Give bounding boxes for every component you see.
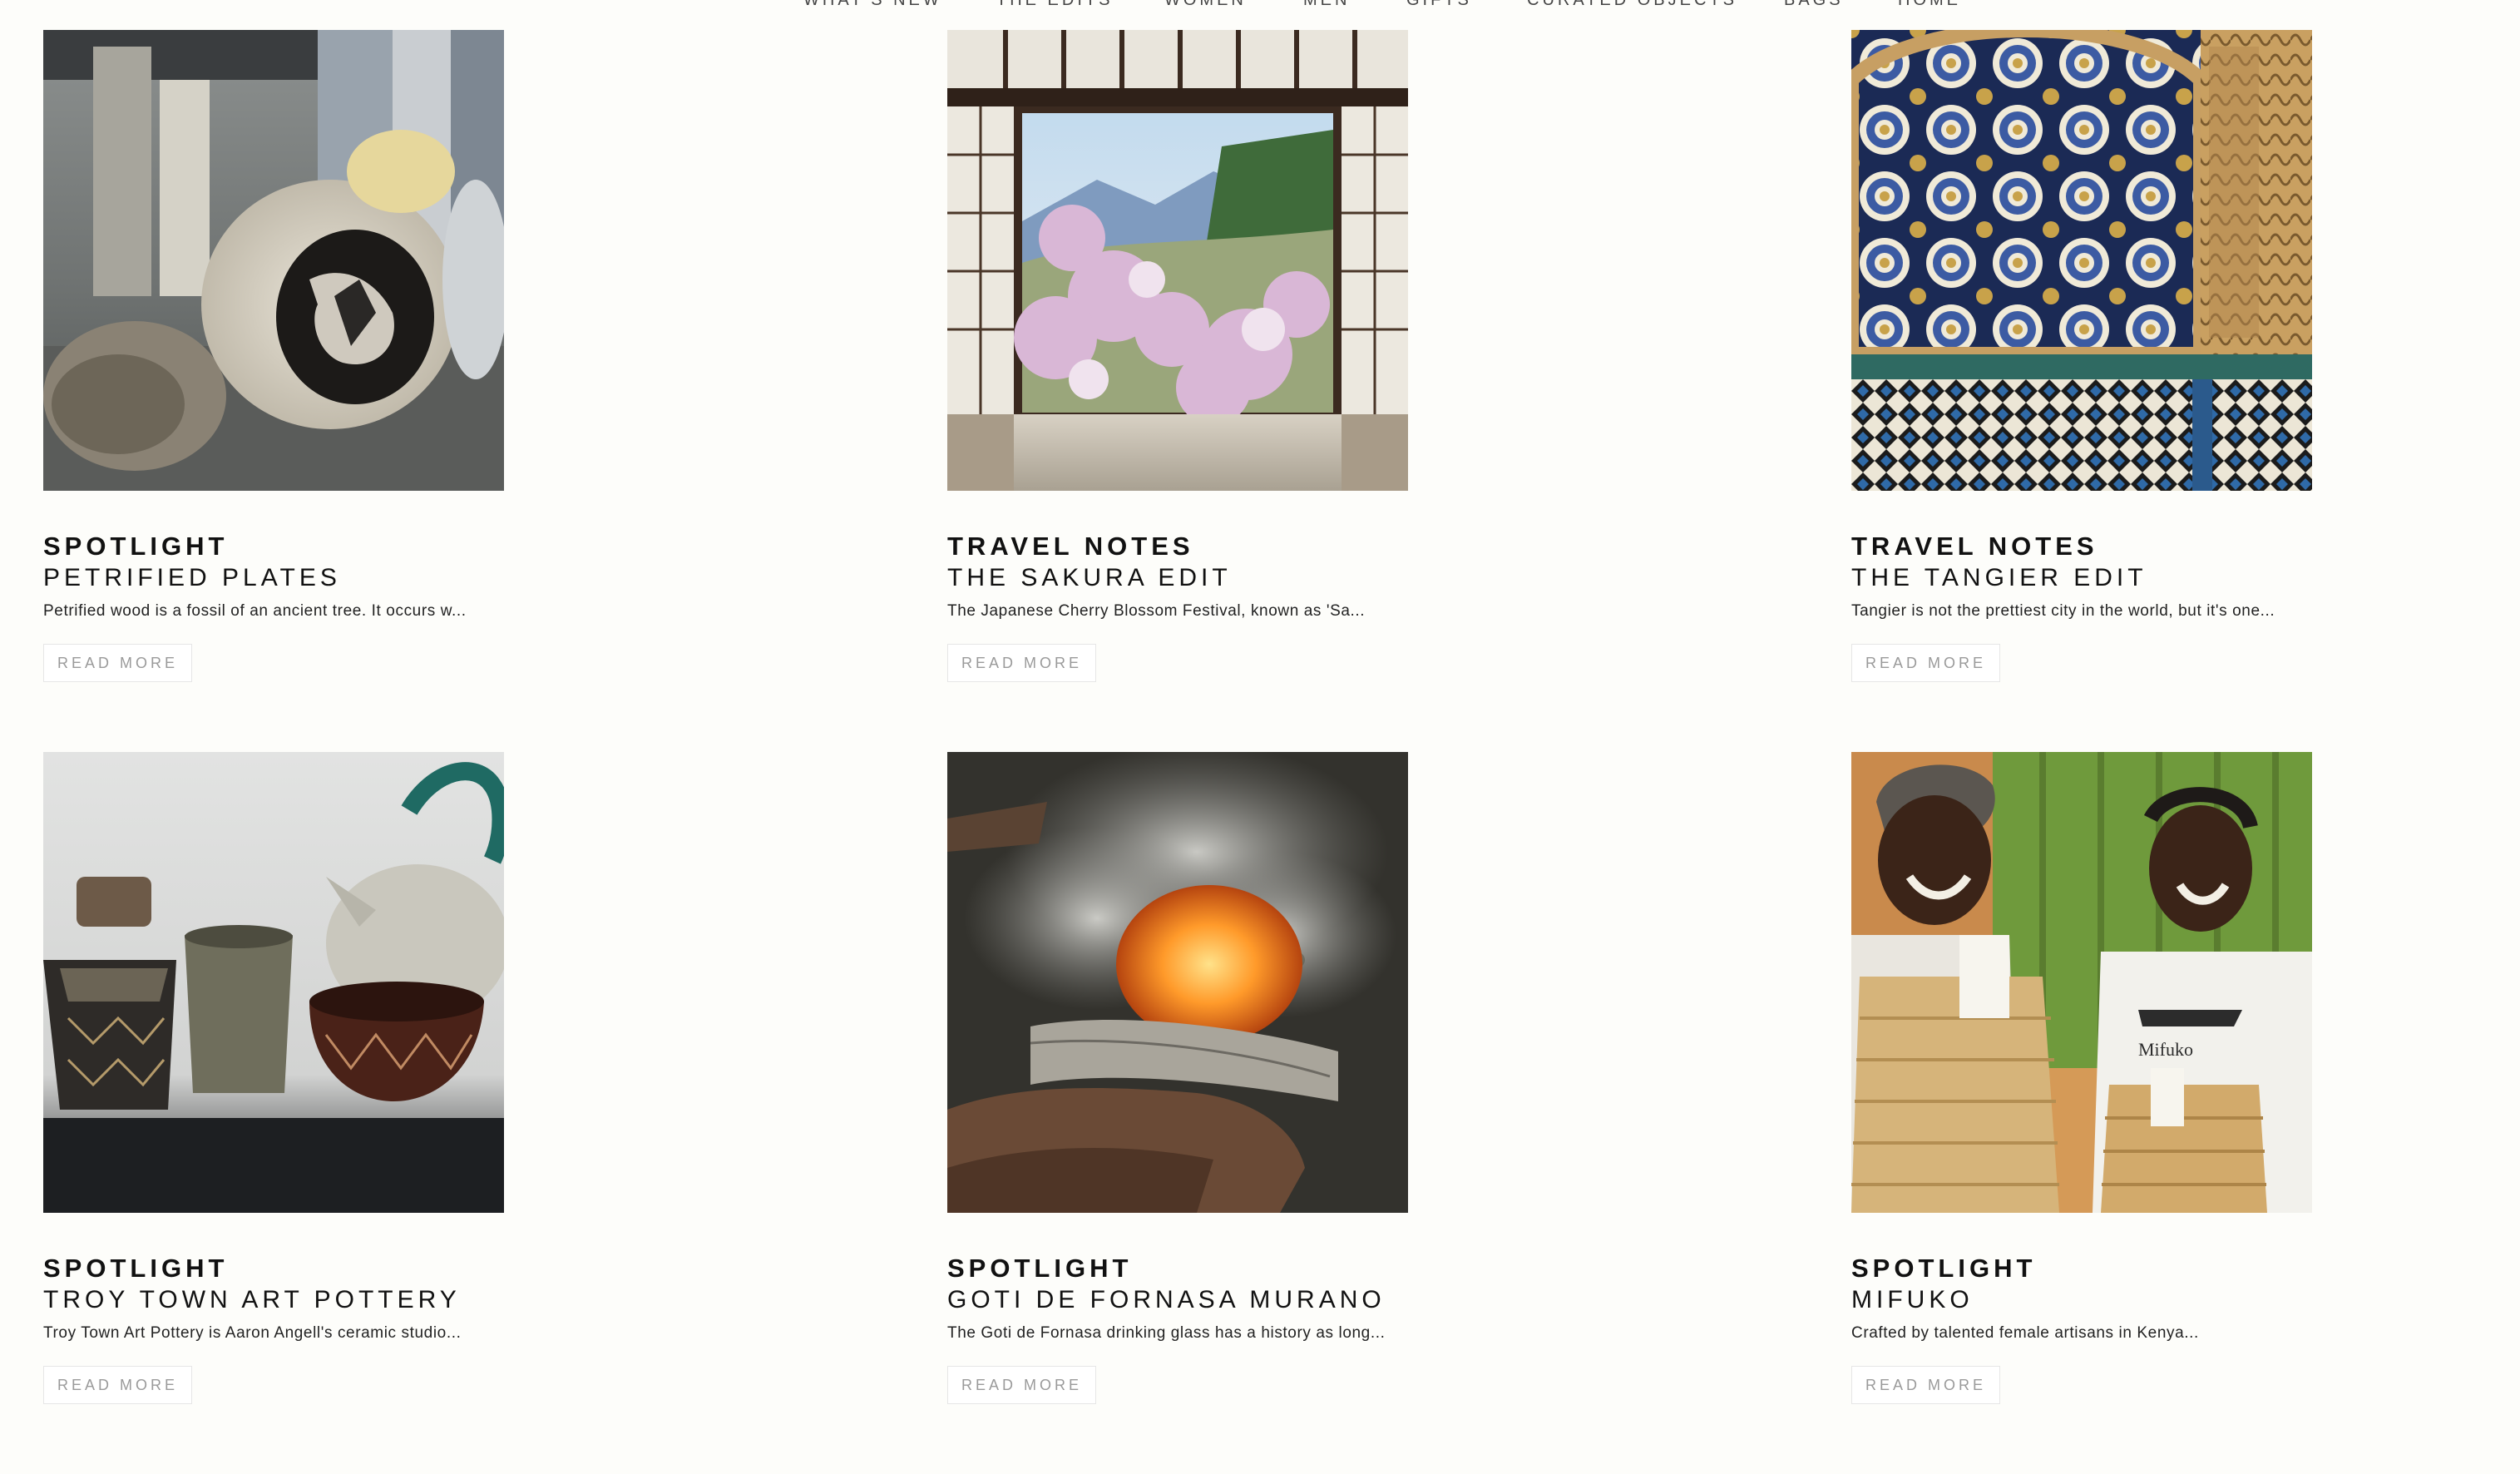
nav-item-curated-objects[interactable]: CURATED OBJECTS [1527, 0, 1737, 12]
article-title[interactable]: TROY TOWN ART POTTERY [43, 1284, 947, 1316]
article-excerpt: Troy Town Art Pottery is Aaron Angell's … [43, 1324, 462, 1342]
article-card-sakura-edit: TRAVEL NOTES THE SAKURA EDIT The Japanes… [947, 30, 1851, 752]
read-more-button[interactable]: READ MORE [947, 1366, 1097, 1404]
article-category: TRAVEL NOTES [1851, 532, 2098, 561]
sakura-window-photo [947, 30, 1408, 491]
article-title[interactable]: THE TANGIER EDIT [1851, 562, 2520, 594]
article-card-goti-de-fornasa-murano: SPOTLIGHT GOTI DE FORNASA MURANO The Got… [947, 752, 1851, 1474]
article-image-pottery[interactable] [43, 752, 504, 1213]
article-title[interactable]: GOTI DE FORNASA MURANO [947, 1284, 1851, 1316]
nav-item-bags[interactable]: BAGS [1784, 0, 1844, 12]
petrified-wood-photo [43, 30, 504, 491]
read-more-button[interactable]: READ MORE [947, 644, 1097, 682]
nav-item-whats-new[interactable]: WHAT'S NEW [803, 0, 942, 12]
artisans-photo: Mifuko [1851, 752, 2312, 1213]
articles-grid: SPOTLIGHT PETRIFIED PLATES Petrified woo… [43, 30, 2477, 1474]
ceramics-photo [43, 752, 504, 1213]
article-card-petrified-plates: SPOTLIGHT PETRIFIED PLATES Petrified woo… [43, 30, 947, 752]
article-category: SPOTLIGHT [43, 532, 229, 561]
read-more-button[interactable]: READ MORE [43, 1366, 193, 1404]
top-navigation: WHAT'S NEW THE EDITS WOMEN MEN GIFTS CUR… [0, 0, 2520, 12]
article-title[interactable]: MIFUKO [1851, 1284, 2520, 1316]
read-more-button[interactable]: READ MORE [43, 644, 193, 682]
moroccan-tile-photo [1851, 30, 2312, 491]
article-category: SPOTLIGHT [947, 1254, 1133, 1283]
article-excerpt: The Japanese Cherry Blossom Festival, kn… [947, 602, 1366, 620]
article-category: SPOTLIGHT [43, 1254, 229, 1283]
article-image-glassblowing[interactable] [947, 752, 1408, 1213]
read-more-button[interactable]: READ MORE [1851, 644, 2001, 682]
article-card-mifuko: Mifuko SPOTLIGHT MIFUKO Crafted by talen… [1851, 752, 2520, 1474]
article-excerpt: The Goti de Fornasa drinking glass has a… [947, 1324, 1386, 1342]
article-image-mifuko-artisans[interactable]: Mifuko [1851, 752, 2312, 1213]
article-card-tangier-edit: TRAVEL NOTES THE TANGIER EDIT Tangier is… [1851, 30, 2520, 752]
nav-item-gifts[interactable]: GIFTS [1406, 0, 1472, 12]
shirt-logo-text: Mifuko [2138, 1039, 2193, 1060]
article-image-tangier[interactable] [1851, 30, 2312, 491]
nav-item-the-edits[interactable]: THE EDITS [996, 0, 1113, 12]
article-image-petrified-wood[interactable] [43, 30, 504, 491]
glassblowing-photo [947, 752, 1408, 1213]
read-more-button[interactable]: READ MORE [1851, 1366, 2001, 1404]
article-excerpt: Tangier is not the prettiest city in the… [1851, 602, 2275, 620]
article-category: SPOTLIGHT [1851, 1254, 2037, 1283]
nav-item-home[interactable]: HOME [1898, 0, 1961, 12]
article-category: TRAVEL NOTES [947, 532, 1194, 561]
article-image-sakura[interactable] [947, 30, 1408, 491]
article-title[interactable]: PETRIFIED PLATES [43, 562, 947, 594]
article-card-troy-town-art-pottery: SPOTLIGHT TROY TOWN ART POTTERY Troy Tow… [43, 752, 947, 1474]
article-title[interactable]: THE SAKURA EDIT [947, 562, 1851, 594]
article-excerpt: Petrified wood is a fossil of an ancient… [43, 602, 467, 620]
nav-item-men[interactable]: MEN [1303, 0, 1350, 12]
article-excerpt: Crafted by talented female artisans in K… [1851, 1324, 2199, 1342]
nav-item-women[interactable]: WOMEN [1164, 0, 1247, 12]
